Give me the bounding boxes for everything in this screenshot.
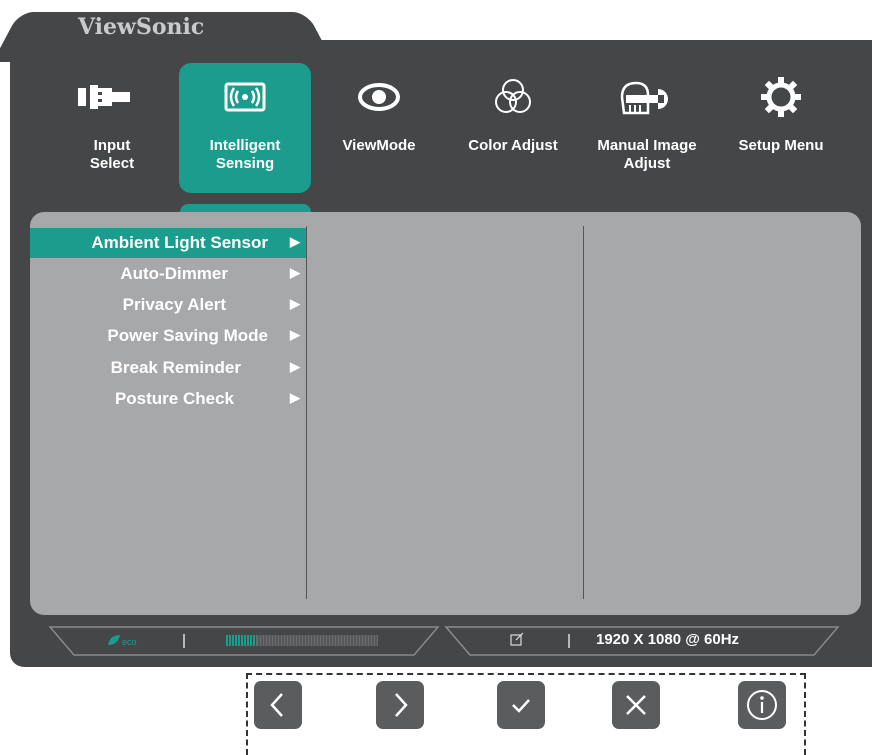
tab-label: Intelligent Sensing (209, 137, 281, 172)
close-icon (626, 695, 646, 715)
arrow-right-icon: ▶ (290, 296, 300, 311)
submenu-item-power-saving-mode[interactable]: Power Saving Mode ▶ (30, 321, 306, 351)
column-divider (306, 226, 307, 599)
tab-label: Color Adjust (468, 137, 558, 154)
tab-label: ViewMode (342, 137, 416, 154)
gear-icon (715, 77, 847, 117)
info-icon (747, 690, 777, 720)
hand-wrench-icon (581, 77, 713, 117)
arrow-right-icon: ▶ (290, 234, 300, 249)
chevron-right-icon (395, 693, 408, 717)
tab-label: Manual Image Adjust (597, 137, 697, 172)
column-divider (583, 226, 584, 599)
submenu-item-break-reminder[interactable]: Break Reminder ▶ (30, 353, 306, 383)
eco-label: eco (122, 637, 137, 647)
eye-icon (313, 77, 445, 117)
tab-manual-image-adjust[interactable]: Manual Image Adjust (581, 63, 713, 193)
submenu-item-auto-dimmer[interactable]: Auto-Dimmer ▶ (30, 259, 306, 289)
arrow-right-icon: ▶ (290, 359, 300, 374)
back-button[interactable] (254, 681, 302, 729)
submenu-item-label: Auto-Dimmer (120, 264, 228, 283)
submenu-item-label: Break Reminder (110, 358, 241, 377)
tab-label: Input Select (89, 137, 135, 172)
tab-input-select[interactable]: Input Select (46, 63, 178, 193)
arrow-right-icon: ▶ (290, 327, 300, 342)
tab-intelligent-sensing[interactable]: Intelligent Sensing (179, 63, 311, 193)
submenu-item-label: Power Saving Mode (107, 326, 268, 345)
info-button[interactable] (738, 681, 786, 729)
close-button[interactable] (612, 681, 660, 729)
external-icon (510, 632, 524, 646)
confirm-button[interactable] (497, 681, 545, 729)
arrow-right-icon: ▶ (290, 390, 300, 405)
checkmark-icon (512, 699, 530, 713)
intelligent-sensing-icon (179, 77, 311, 117)
input-select-icon (46, 77, 178, 117)
tab-viewmode[interactable]: ViewMode (313, 63, 445, 193)
tab-color-adjust[interactable]: Color Adjust (447, 63, 579, 193)
submenu-item-posture-check[interactable]: Posture Check ▶ (30, 384, 306, 414)
tab-setup-menu[interactable]: Setup Menu (715, 63, 847, 193)
brand-logo: ViewSonic (78, 14, 205, 40)
chevron-left-icon (270, 693, 283, 717)
submenu-item-ambient-light-sensor[interactable]: Ambient Light Sensor ▶ (30, 228, 306, 258)
submenu-item-label: Posture Check (114, 389, 234, 408)
forward-button[interactable] (376, 681, 424, 729)
arrow-right-icon: ▶ (290, 265, 300, 280)
submenu-item-label: Privacy Alert (122, 295, 226, 314)
color-circles-icon (447, 77, 579, 117)
resolution-text: 1920 X 1080 @ 60Hz (596, 631, 740, 648)
submenu-item-label: Ambient Light Sensor (91, 233, 268, 252)
submenu-item-privacy-alert[interactable]: Privacy Alert ▶ (30, 290, 306, 320)
tab-label: Setup Menu (738, 137, 824, 154)
